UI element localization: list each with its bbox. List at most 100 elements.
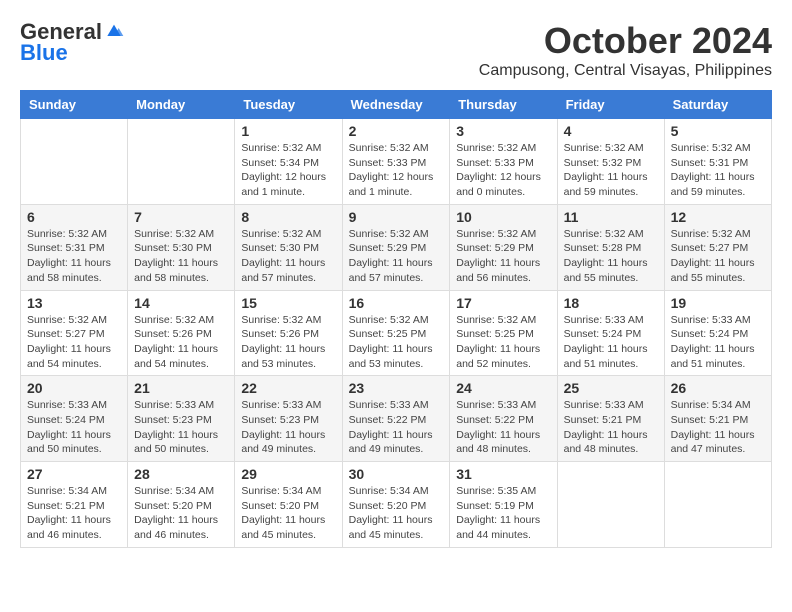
day-number: 27: [27, 466, 121, 482]
calendar-cell: 22 Sunrise: 5:33 AM Sunset: 5:23 PM Dayli…: [235, 376, 342, 462]
day-number: 13: [27, 295, 121, 311]
calendar-cell: [664, 462, 771, 548]
day-info: Sunrise: 5:34 AM Sunset: 5:21 PM Dayligh…: [27, 484, 121, 543]
day-number: 1: [241, 123, 335, 139]
header-tuesday: Tuesday: [235, 91, 342, 119]
calendar-cell: 19 Sunrise: 5:33 AM Sunset: 5:24 PM Dayli…: [664, 290, 771, 376]
header-sunday: Sunday: [21, 91, 128, 119]
day-info: Sunrise: 5:32 AM Sunset: 5:27 PM Dayligh…: [27, 313, 121, 372]
day-info: Sunrise: 5:33 AM Sunset: 5:22 PM Dayligh…: [349, 398, 444, 457]
calendar-week-row: 6Sunrise: 5:32 AM Sunset: 5:31 PM Daylig…: [21, 204, 772, 290]
calendar-cell: 12 Sunrise: 5:32 AM Sunset: 5:27 PM Dayli…: [664, 204, 771, 290]
calendar-cell: 17 Sunrise: 5:32 AM Sunset: 5:25 PM Dayli…: [450, 290, 557, 376]
calendar-cell: 11 Sunrise: 5:32 AM Sunset: 5:28 PM Dayli…: [557, 204, 664, 290]
day-info: Sunrise: 5:33 AM Sunset: 5:22 PM Dayligh…: [456, 398, 550, 457]
calendar-cell: [128, 119, 235, 205]
day-number: 30: [349, 466, 444, 482]
day-info: Sunrise: 5:32 AM Sunset: 5:29 PM Dayligh…: [456, 227, 550, 286]
day-number: 7: [134, 209, 228, 225]
calendar-cell: 3Sunrise: 5:32 AM Sunset: 5:33 PM Daylig…: [450, 119, 557, 205]
day-number: 15: [241, 295, 335, 311]
day-info: Sunrise: 5:32 AM Sunset: 5:31 PM Dayligh…: [27, 227, 121, 286]
day-number: 10: [456, 209, 550, 225]
day-number: 11: [564, 209, 658, 225]
calendar-week-row: 1 Sunrise: 5:32 AM Sunset: 5:34 PM Daylig…: [21, 119, 772, 205]
calendar-cell: 8 Sunrise: 5:32 AM Sunset: 5:30 PM Daylig…: [235, 204, 342, 290]
day-number: 9: [349, 209, 444, 225]
calendar-cell: 10 Sunrise: 5:32 AM Sunset: 5:29 PM Dayli…: [450, 204, 557, 290]
day-info: Sunrise: 5:32 AM Sunset: 5:25 PM Dayligh…: [456, 313, 550, 372]
day-number: 17: [456, 295, 550, 311]
day-info: Sunrise: 5:32 AM Sunset: 5:29 PM Dayligh…: [349, 227, 444, 286]
calendar-cell: [21, 119, 128, 205]
location: Campusong, Central Visayas, Philippines: [479, 62, 772, 80]
calendar-cell: [557, 462, 664, 548]
day-info: Sunrise: 5:33 AM Sunset: 5:24 PM Dayligh…: [671, 313, 765, 372]
calendar-week-row: 20 Sunrise: 5:33 AM Sunset: 5:24 PM Dayli…: [21, 376, 772, 462]
day-number: 4: [564, 123, 658, 139]
calendar-cell: 29 Sunrise: 5:34 AM Sunset: 5:20 PM Dayli…: [235, 462, 342, 548]
day-number: 21: [134, 380, 228, 396]
page-header: General Blue October 2024 Campusong, Cen…: [20, 20, 772, 80]
logo: General Blue: [20, 20, 124, 66]
calendar-cell: 24 Sunrise: 5:33 AM Sunset: 5:22 PM Dayli…: [450, 376, 557, 462]
calendar-cell: 9 Sunrise: 5:32 AM Sunset: 5:29 PM Daylig…: [342, 204, 450, 290]
day-info: Sunrise: 5:32 AM Sunset: 5:30 PM Dayligh…: [134, 227, 228, 286]
calendar-week-row: 27 Sunrise: 5:34 AM Sunset: 5:21 PM Dayli…: [21, 462, 772, 548]
day-number: 23: [349, 380, 444, 396]
calendar-cell: 27 Sunrise: 5:34 AM Sunset: 5:21 PM Dayli…: [21, 462, 128, 548]
calendar-cell: 2 Sunrise: 5:32 AM Sunset: 5:33 PM Daylig…: [342, 119, 450, 205]
calendar-table: SundayMondayTuesdayWednesdayThursdayFrid…: [20, 90, 772, 548]
day-number: 2: [349, 123, 444, 139]
day-info: Sunrise: 5:33 AM Sunset: 5:21 PM Dayligh…: [564, 398, 658, 457]
day-number: 29: [241, 466, 335, 482]
day-number: 19: [671, 295, 765, 311]
calendar-header-row: SundayMondayTuesdayWednesdayThursdayFrid…: [21, 91, 772, 119]
day-number: 8: [241, 209, 335, 225]
day-number: 24: [456, 380, 550, 396]
calendar-cell: 5Sunrise: 5:32 AM Sunset: 5:31 PM Daylig…: [664, 119, 771, 205]
day-info: Sunrise: 5:32 AM Sunset: 5:30 PM Dayligh…: [241, 227, 335, 286]
header-saturday: Saturday: [664, 91, 771, 119]
day-info: Sunrise: 5:32 AM Sunset: 5:25 PM Dayligh…: [349, 313, 444, 372]
calendar-cell: 4 Sunrise: 5:32 AM Sunset: 5:32 PM Daylig…: [557, 119, 664, 205]
calendar-cell: 1 Sunrise: 5:32 AM Sunset: 5:34 PM Daylig…: [235, 119, 342, 205]
calendar-cell: 16 Sunrise: 5:32 AM Sunset: 5:25 PM Dayli…: [342, 290, 450, 376]
day-number: 14: [134, 295, 228, 311]
day-info: Sunrise: 5:33 AM Sunset: 5:24 PM Dayligh…: [27, 398, 121, 457]
calendar-cell: 7 Sunrise: 5:32 AM Sunset: 5:30 PM Daylig…: [128, 204, 235, 290]
calendar-cell: 23 Sunrise: 5:33 AM Sunset: 5:22 PM Dayli…: [342, 376, 450, 462]
day-info: Sunrise: 5:33 AM Sunset: 5:24 PM Dayligh…: [564, 313, 658, 372]
calendar-cell: 20 Sunrise: 5:33 AM Sunset: 5:24 PM Dayli…: [21, 376, 128, 462]
day-number: 31: [456, 466, 550, 482]
calendar-cell: 15Sunrise: 5:32 AM Sunset: 5:26 PM Dayli…: [235, 290, 342, 376]
day-number: 20: [27, 380, 121, 396]
day-number: 26: [671, 380, 765, 396]
day-number: 28: [134, 466, 228, 482]
day-info: Sunrise: 5:32 AM Sunset: 5:28 PM Dayligh…: [564, 227, 658, 286]
day-number: 12: [671, 209, 765, 225]
calendar-cell: 26Sunrise: 5:34 AM Sunset: 5:21 PM Dayli…: [664, 376, 771, 462]
day-number: 16: [349, 295, 444, 311]
calendar-cell: 30Sunrise: 5:34 AM Sunset: 5:20 PM Dayli…: [342, 462, 450, 548]
month-title: October 2024: [479, 20, 772, 62]
day-info: Sunrise: 5:34 AM Sunset: 5:20 PM Dayligh…: [241, 484, 335, 543]
day-info: Sunrise: 5:32 AM Sunset: 5:34 PM Dayligh…: [241, 141, 335, 200]
day-number: 18: [564, 295, 658, 311]
calendar-cell: 18 Sunrise: 5:33 AM Sunset: 5:24 PM Dayli…: [557, 290, 664, 376]
calendar-cell: 25Sunrise: 5:33 AM Sunset: 5:21 PM Dayli…: [557, 376, 664, 462]
day-info: Sunrise: 5:33 AM Sunset: 5:23 PM Dayligh…: [241, 398, 335, 457]
logo-icon: [104, 21, 124, 41]
day-number: 5: [671, 123, 765, 139]
day-info: Sunrise: 5:32 AM Sunset: 5:32 PM Dayligh…: [564, 141, 658, 200]
day-info: Sunrise: 5:33 AM Sunset: 5:23 PM Dayligh…: [134, 398, 228, 457]
header-thursday: Thursday: [450, 91, 557, 119]
day-info: Sunrise: 5:34 AM Sunset: 5:20 PM Dayligh…: [134, 484, 228, 543]
calendar-cell: 21 Sunrise: 5:33 AM Sunset: 5:23 PM Dayli…: [128, 376, 235, 462]
day-info: Sunrise: 5:32 AM Sunset: 5:27 PM Dayligh…: [671, 227, 765, 286]
day-info: Sunrise: 5:32 AM Sunset: 5:33 PM Dayligh…: [349, 141, 444, 200]
header-monday: Monday: [128, 91, 235, 119]
calendar-cell: 14Sunrise: 5:32 AM Sunset: 5:26 PM Dayli…: [128, 290, 235, 376]
calendar-cell: 13 Sunrise: 5:32 AM Sunset: 5:27 PM Dayli…: [21, 290, 128, 376]
day-number: 22: [241, 380, 335, 396]
